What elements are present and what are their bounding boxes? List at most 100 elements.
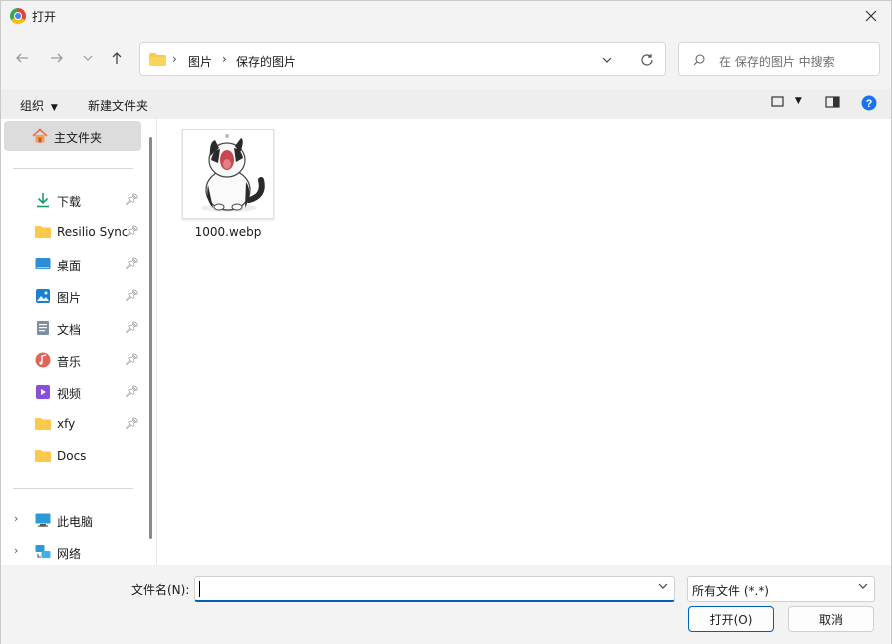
refresh-icon[interactable] <box>640 53 654 67</box>
file-type-select[interactable]: 所有文件 (*.*) <box>687 576 875 602</box>
caret-down-icon: ▼ <box>794 96 802 106</box>
address-bar[interactable]: › 图片 › 保存的图片 <box>139 42 666 76</box>
back-button[interactable] <box>11 47 33 69</box>
sidebar-item-label: 主文件夹 <box>54 131 103 145</box>
chevron-down-icon <box>858 582 868 593</box>
navigation-pane: 主文件夹 下载 📌︎ Resilio Sync 📌︎ 桌面 📌︎ 图片 📌︎ 文… <box>1 119 157 565</box>
title-bar: 打开 <box>1 1 891 31</box>
filename-label: 文件名(N): <box>131 583 190 597</box>
file-item[interactable]: 1000.webp <box>182 129 274 249</box>
file-name: 1000.webp <box>194 225 262 239</box>
pin-icon: 📌︎ <box>125 417 139 430</box>
download-icon <box>37 193 49 208</box>
computer-icon <box>35 513 51 527</box>
folder-icon <box>35 226 51 238</box>
pin-icon: 📌︎ <box>125 225 139 238</box>
sidebar-item-label: 文档 <box>57 323 82 337</box>
sidebar-item-downloads[interactable]: 下载 📌︎ <box>7 185 141 215</box>
close-button[interactable] <box>851 1 891 31</box>
help-button[interactable]: ? <box>861 95 877 114</box>
text-caret <box>199 581 200 597</box>
new-folder-button[interactable]: 新建文件夹 <box>88 97 148 114</box>
main-area: 主文件夹 下载 📌︎ Resilio Sync 📌︎ 桌面 📌︎ 图片 📌︎ 文… <box>1 119 891 565</box>
recent-locations-button[interactable] <box>77 47 99 69</box>
chevron-down-icon <box>83 55 93 61</box>
breadcrumb-pictures[interactable]: 图片 <box>188 53 212 70</box>
pin-icon: 📌︎ <box>125 321 139 334</box>
documents-icon <box>37 321 49 335</box>
help-icon: ? <box>861 95 877 111</box>
forward-button[interactable] <box>46 47 68 69</box>
sidebar-item-label: 此电脑 <box>57 515 94 529</box>
sidebar-item-this-pc[interactable]: › 此电脑 <box>7 505 141 535</box>
sidebar-item-music[interactable]: 音乐 📌︎ <box>7 345 141 375</box>
sidebar-item-home[interactable]: 主文件夹 <box>4 121 141 151</box>
chevron-right-icon[interactable]: › <box>14 512 18 525</box>
search-box[interactable]: 在 保存的图片 中搜索 <box>678 42 880 76</box>
sidebar-item-label: Resilio Sync <box>57 225 127 239</box>
file-thumbnail <box>182 129 274 219</box>
folder-icon <box>149 53 166 66</box>
chrome-icon <box>10 8 26 24</box>
file-type-value: 所有文件 (*.*) <box>692 584 769 598</box>
sidebar-item-label: 下载 <box>57 195 82 209</box>
sidebar-item-resilio-sync[interactable]: Resilio Sync 📌︎ <box>7 217 141 247</box>
sidebar-item-desktop[interactable]: 桌面 📌︎ <box>7 249 141 279</box>
preview-pane-button[interactable] <box>825 96 840 111</box>
cancel-button[interactable]: 取消 <box>788 606 874 632</box>
search-icon <box>693 54 705 66</box>
pin-icon: 📌︎ <box>125 385 139 398</box>
folder-icon <box>35 450 51 462</box>
network-icon <box>35 545 51 558</box>
view-options-button[interactable]: ▼ <box>771 96 802 111</box>
pictures-icon <box>36 289 50 303</box>
organize-button[interactable]: 组织 ▼ <box>20 97 58 114</box>
arrow-up-icon <box>112 52 122 64</box>
divider <box>13 488 133 489</box>
navigation-bar: › 图片 › 保存的图片 在 保存的图片 中搜索 <box>1 39 891 79</box>
pin-icon: 📌︎ <box>125 289 139 302</box>
folder-icon <box>35 418 51 430</box>
file-list: 1000.webp <box>158 119 891 565</box>
window-title: 打开 <box>32 10 57 24</box>
desktop-icon <box>35 258 51 269</box>
view-icon <box>771 96 784 107</box>
command-bar: 组织 ▼ 新建文件夹 ▼ ? <box>1 89 891 119</box>
sidebar-item-docs[interactable]: Docs <box>7 441 141 471</box>
sidebar-item-xfy[interactable]: xfy 📌︎ <box>7 409 141 439</box>
sidebar-item-label: 音乐 <box>57 355 82 369</box>
open-button[interactable]: 打开(O) <box>688 606 774 632</box>
divider <box>13 168 133 169</box>
cat-thumbnail-icon <box>201 134 265 212</box>
organize-label: 组织 <box>20 99 45 113</box>
chevron-right-icon[interactable]: › <box>14 544 18 557</box>
close-icon <box>865 10 877 22</box>
sidebar-item-videos[interactable]: 视频 📌︎ <box>7 377 141 407</box>
music-icon <box>35 352 51 368</box>
sidebar-item-label: 视频 <box>57 387 82 401</box>
up-button[interactable] <box>106 47 128 69</box>
videos-icon <box>36 385 50 399</box>
sidebar-item-pictures[interactable]: 图片 📌︎ <box>7 281 141 311</box>
svg-text:?: ? <box>866 98 873 110</box>
chevron-down-icon[interactable] <box>658 582 668 593</box>
sidebar-scrollbar[interactable] <box>149 137 152 539</box>
breadcrumb-separator: › <box>172 52 177 66</box>
arrow-right-icon <box>51 53 63 63</box>
sidebar-item-label: Docs <box>57 449 87 463</box>
pin-icon: 📌︎ <box>125 257 139 270</box>
chevron-down-icon[interactable] <box>602 56 612 64</box>
caret-down-icon: ▼ <box>50 103 58 113</box>
breadcrumb-saved-pictures[interactable]: 保存的图片 <box>236 53 296 70</box>
sidebar-item-network[interactable]: › 网络 <box>7 537 141 567</box>
sidebar-item-label: xfy <box>57 417 76 431</box>
dialog-footer: 文件名(N): 所有文件 (*.*) 打开(O) 取消 <box>1 565 891 644</box>
sidebar-item-label: 网络 <box>57 547 82 561</box>
preview-pane-icon <box>825 96 840 108</box>
sidebar-item-label: 桌面 <box>57 259 82 273</box>
search-placeholder: 在 保存的图片 中搜索 <box>719 55 835 69</box>
sidebar-item-documents[interactable]: 文档 📌︎ <box>7 313 141 343</box>
breadcrumb-separator: › <box>222 52 227 66</box>
filename-input[interactable] <box>194 576 675 602</box>
open-file-dialog: 打开 › 图片 › 保存的图片 在 保存的图片 中搜索 组织 ▼ 新建文件夹 ▼… <box>0 0 892 644</box>
